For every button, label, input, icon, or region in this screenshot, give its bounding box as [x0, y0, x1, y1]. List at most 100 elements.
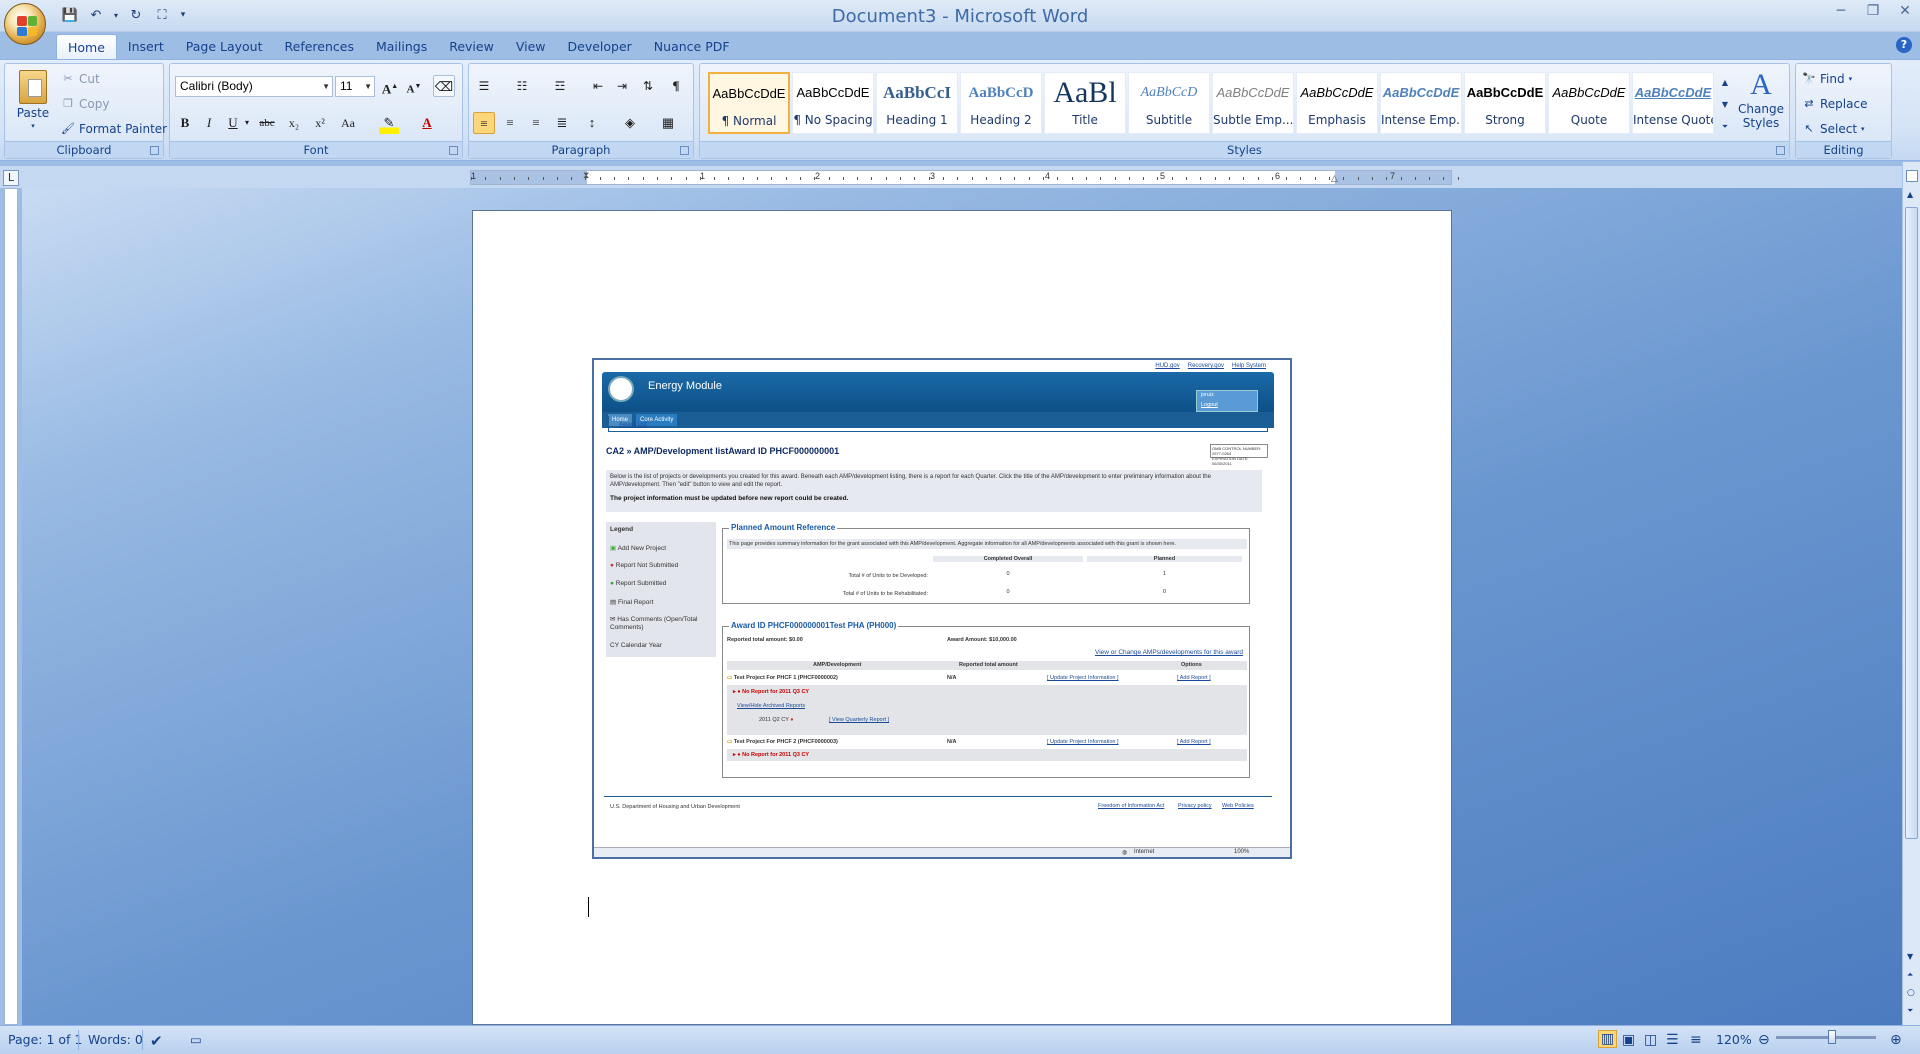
- help-icon[interactable]: ?: [1896, 37, 1912, 53]
- styles-launcher-icon[interactable]: [1776, 146, 1785, 155]
- zoom-slider-track[interactable]: [1776, 1036, 1876, 1039]
- tab-developer[interactable]: Developer: [557, 34, 643, 60]
- word-count[interactable]: Words: 0: [88, 1032, 143, 1047]
- copy-button[interactable]: ❐ Copy: [61, 97, 109, 111]
- scroll-down-icon[interactable]: ▼: [1907, 952, 1913, 961]
- tab-mailings[interactable]: Mailings: [365, 34, 438, 60]
- font-size-combo[interactable]: 11 ▼: [335, 76, 375, 97]
- find-button[interactable]: 🔭 Find ▾: [1802, 72, 1852, 86]
- draft-icon[interactable]: ≡: [1690, 1032, 1702, 1048]
- show-marks-button[interactable]: ¶: [665, 75, 687, 97]
- style-heading-2[interactable]: AaBbCcD Heading 2: [960, 72, 1042, 134]
- print-layout-icon[interactable]: ▥: [1598, 1030, 1618, 1048]
- scroll-up-icon[interactable]: ▲: [1722, 78, 1728, 87]
- full-screen-reading-icon[interactable]: ▣: [1622, 1032, 1635, 1048]
- shrink-font-button[interactable]: A▼: [403, 75, 425, 97]
- outline-icon[interactable]: ☰: [1666, 1032, 1679, 1048]
- scroll-down-icon[interactable]: ▼: [1722, 100, 1728, 109]
- style-intense-emphasis[interactable]: AaBbCcDdE Intense Emp...: [1380, 72, 1462, 134]
- sort-icon[interactable]: ⇅: [637, 75, 659, 97]
- vertical-scrollbar[interactable]: ▲ ▼ ⏶ ○ ⏷: [1902, 162, 1920, 1025]
- paragraph-launcher-icon[interactable]: [680, 146, 689, 155]
- tab-page-layout[interactable]: Page Layout: [175, 34, 274, 60]
- ruler-toggle-icon[interactable]: [1906, 170, 1918, 182]
- style-strong[interactable]: AaBbCcDdE Strong: [1464, 72, 1546, 134]
- decrease-indent-icon[interactable]: ⇤: [587, 75, 609, 97]
- borders-icon[interactable]: ▦: [657, 112, 679, 134]
- highlight-icon[interactable]: ✎: [379, 112, 399, 134]
- change-styles-button[interactable]: A Change Styles: [1738, 68, 1784, 130]
- proofing-icon[interactable]: ✔: [150, 1032, 163, 1050]
- zoom-in-icon[interactable]: ⊕: [1890, 1032, 1902, 1048]
- clipboard-launcher-icon[interactable]: [150, 146, 159, 155]
- shading-icon[interactable]: ◈: [619, 112, 641, 134]
- align-right-icon[interactable]: ≡: [525, 112, 547, 134]
- tab-home[interactable]: Home: [56, 34, 117, 60]
- italic-button[interactable]: I: [198, 112, 220, 134]
- horizontal-ruler[interactable]: 1 1 2 3 4 5 6 7 ⧗ △: [470, 170, 1459, 185]
- restore-button[interactable]: ❐: [1864, 2, 1882, 20]
- superscript-button[interactable]: x²: [309, 112, 331, 134]
- office-button[interactable]: [4, 3, 46, 45]
- previous-page-icon[interactable]: ⏶: [1907, 970, 1913, 980]
- format-painter-button[interactable]: 🖌 Format Painter: [61, 122, 167, 136]
- ruler-tick: [1014, 177, 1016, 180]
- select-button[interactable]: ↖ Select ▾: [1802, 122, 1864, 136]
- zoom-out-icon[interactable]: ⊖: [1758, 1032, 1770, 1048]
- tab-view[interactable]: View: [505, 34, 557, 60]
- scrollbar-thumb[interactable]: [1905, 207, 1918, 839]
- tab-references[interactable]: References: [274, 34, 365, 60]
- style-quote[interactable]: AaBbCcDdE Quote: [1548, 72, 1630, 134]
- page-count[interactable]: Page: 1 of 1: [8, 1032, 82, 1047]
- subscript-button[interactable]: x₂: [283, 112, 305, 134]
- numbering-icon[interactable]: ☷: [511, 75, 533, 97]
- style-intense-quote[interactable]: AaBbCcDdE Intense Quote: [1632, 72, 1714, 134]
- more-icon[interactable]: ⏷: [1722, 122, 1728, 132]
- font-name-combo[interactable]: Calibri (Body) ▼: [175, 76, 333, 97]
- style-heading-1[interactable]: AaBbCcI Heading 1: [876, 72, 958, 134]
- style-no-spacing[interactable]: AaBbCcDdE ¶ No Spacing: [792, 72, 874, 134]
- style-normal[interactable]: AaBbCcDdE ¶ Normal: [708, 72, 790, 134]
- scroll-up-icon[interactable]: ▲: [1907, 190, 1913, 199]
- bullets-icon[interactable]: ☰: [473, 75, 495, 97]
- style-subtitle[interactable]: AaBbCcD Subtitle: [1128, 72, 1210, 134]
- align-left-icon[interactable]: ≡: [473, 112, 495, 134]
- tab-review[interactable]: Review: [438, 34, 505, 60]
- browse-object-icon[interactable]: ○: [1907, 988, 1915, 998]
- clear-formatting-icon[interactable]: ⌫: [433, 75, 455, 97]
- increase-indent-icon[interactable]: ⇥: [611, 75, 633, 97]
- tab-selector-icon[interactable]: L: [3, 170, 19, 186]
- align-center-icon[interactable]: ≡: [499, 112, 521, 134]
- vertical-ruler[interactable]: [4, 188, 18, 1025]
- font-launcher-icon[interactable]: [449, 146, 458, 155]
- paste-button[interactable]: Paste ▾: [13, 70, 53, 130]
- underline-dropdown-icon[interactable]: ▾: [242, 112, 252, 134]
- right-indent-marker-icon[interactable]: △: [1331, 174, 1338, 184]
- next-page-icon[interactable]: ⏷: [1907, 1006, 1913, 1016]
- zoom-level[interactable]: 120%: [1716, 1032, 1752, 1047]
- underline-button[interactable]: U: [222, 112, 244, 134]
- tab-nuance-pdf[interactable]: Nuance PDF: [643, 34, 741, 60]
- close-button[interactable]: ✕: [1896, 2, 1914, 20]
- macro-record-icon[interactable]: ▭: [190, 1032, 202, 1047]
- minimize-button[interactable]: ─: [1832, 2, 1850, 20]
- replace-button[interactable]: ⇄ Replace: [1802, 97, 1867, 111]
- web-layout-icon[interactable]: ◫: [1644, 1032, 1657, 1048]
- justify-icon[interactable]: ≣: [551, 112, 573, 134]
- style-emphasis[interactable]: AaBbCcDdE Emphasis: [1296, 72, 1378, 134]
- zoom-slider-thumb[interactable]: [1828, 1030, 1836, 1044]
- strikethrough-button[interactable]: abc: [256, 112, 278, 134]
- multilevel-list-icon[interactable]: ☲: [549, 75, 571, 97]
- editing-group: 🔭 Find ▾ ⇄ Replace ↖ Select ▾ Editing: [1795, 63, 1892, 159]
- grow-font-button[interactable]: A▲: [379, 75, 401, 97]
- font-color-button[interactable]: A: [416, 112, 438, 134]
- bold-button[interactable]: B: [174, 112, 196, 134]
- styles-scroll[interactable]: ▲ ▼ ⏷: [1718, 74, 1732, 136]
- embedded-screenshot[interactable]: HUD.gov Recovery.gov Help System Energy …: [592, 358, 1292, 859]
- cut-button[interactable]: ✂ Cut: [61, 72, 99, 86]
- style-subtle-emphasis[interactable]: AaBbCcDdE Subtle Emp...: [1212, 72, 1294, 134]
- style-title[interactable]: AaBl Title: [1044, 72, 1126, 134]
- change-case-button[interactable]: Aa: [337, 112, 359, 134]
- tab-insert[interactable]: Insert: [117, 34, 175, 60]
- line-spacing-icon[interactable]: ↕: [581, 112, 603, 134]
